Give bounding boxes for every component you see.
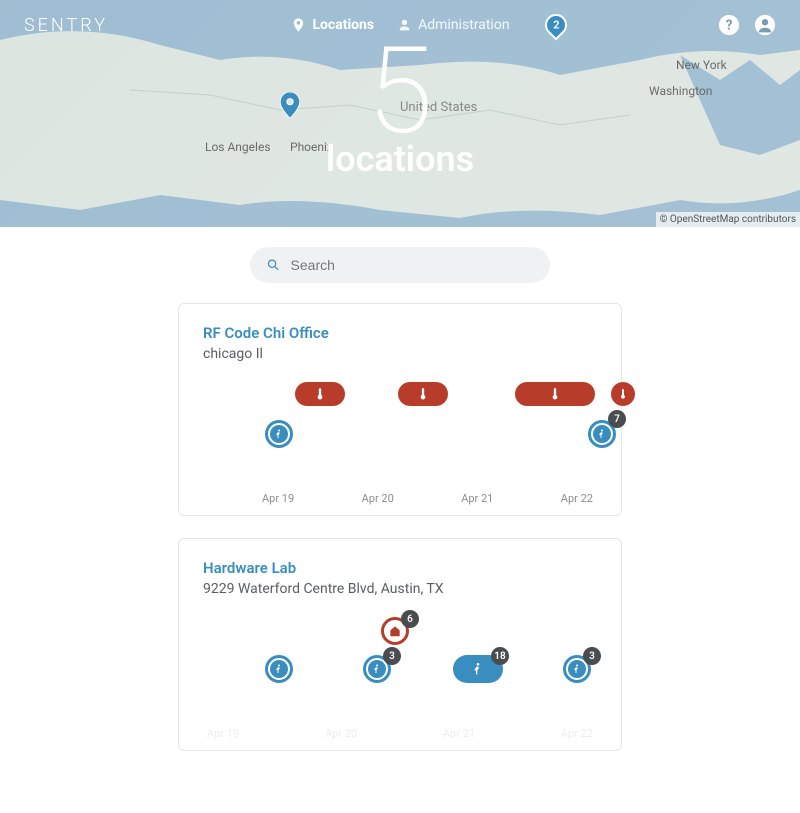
date-label: Apr 21 [443, 727, 475, 740]
map-attribution: © OpenStreetMap contributors [656, 212, 800, 227]
map-label-city: Washington [649, 84, 712, 98]
timeline: 6 3 18 3 [203, 617, 597, 727]
map-pin[interactable] [280, 92, 300, 118]
location-address: 9229 Waterford Centre Blvd, Austin, TX [203, 581, 597, 597]
temp-alert-pill[interactable] [515, 382, 595, 406]
hero-map: Los Angeles Phoenix New York Washington … [0, 0, 800, 227]
search-icon [266, 257, 281, 273]
topbar-right: ? [718, 14, 776, 36]
search-bar[interactable] [250, 247, 550, 283]
event-count-badge: 7 [608, 410, 626, 428]
location-count: 5 [326, 38, 474, 146]
help-icon[interactable]: ? [718, 14, 740, 36]
map-label-city: Los Angeles [205, 140, 271, 154]
date-axis: Apr 19 Apr 20 Apr 21 Apr 22 [203, 492, 597, 505]
nav-locations[interactable]: Locations [290, 17, 374, 33]
location-name[interactable]: Hardware Lab [203, 559, 597, 577]
content-area: RF Code Chi Office chicago Il 7 Apr 19 A… [0, 247, 800, 813]
event-count-badge: 3 [583, 647, 601, 665]
brand-logo[interactable]: SENTRY [24, 15, 108, 36]
pin-icon [290, 17, 306, 33]
temp-alert-dot[interactable] [611, 382, 635, 406]
temp-alert-pill[interactable] [398, 382, 448, 406]
search-input[interactable] [291, 257, 534, 273]
hero-summary: 5 locations [326, 38, 474, 180]
location-address: chicago Il [203, 346, 597, 362]
user-icon[interactable] [754, 14, 776, 36]
map-label-city: New York [676, 58, 727, 72]
event-count-badge: 18 [491, 647, 509, 665]
event-count-badge: 3 [383, 647, 401, 665]
date-label: Apr 19 [207, 727, 239, 740]
date-axis: Apr 19 Apr 20 Apr 21 Apr 22 [203, 727, 597, 740]
location-name[interactable]: RF Code Chi Office [203, 324, 597, 342]
timeline: 7 [203, 382, 597, 492]
temp-alert-pill[interactable] [295, 382, 345, 406]
date-label: Apr 22 [561, 727, 593, 740]
event-count-badge: 6 [401, 610, 419, 628]
date-label: Apr 20 [362, 492, 394, 505]
date-label: Apr 22 [561, 492, 593, 505]
location-card: Hardware Lab 9229 Waterford Centre Blvd,… [178, 538, 622, 751]
date-label: Apr 19 [262, 492, 294, 505]
location-card: RF Code Chi Office chicago Il 7 Apr 19 A… [178, 303, 622, 516]
nav-label: Locations [312, 17, 374, 33]
location-count-label: locations [326, 138, 474, 180]
motion-event[interactable] [265, 655, 293, 683]
date-label: Apr 20 [325, 727, 357, 740]
motion-event[interactable] [265, 420, 293, 448]
svg-text:?: ? [726, 18, 733, 34]
date-label: Apr 21 [461, 492, 493, 505]
